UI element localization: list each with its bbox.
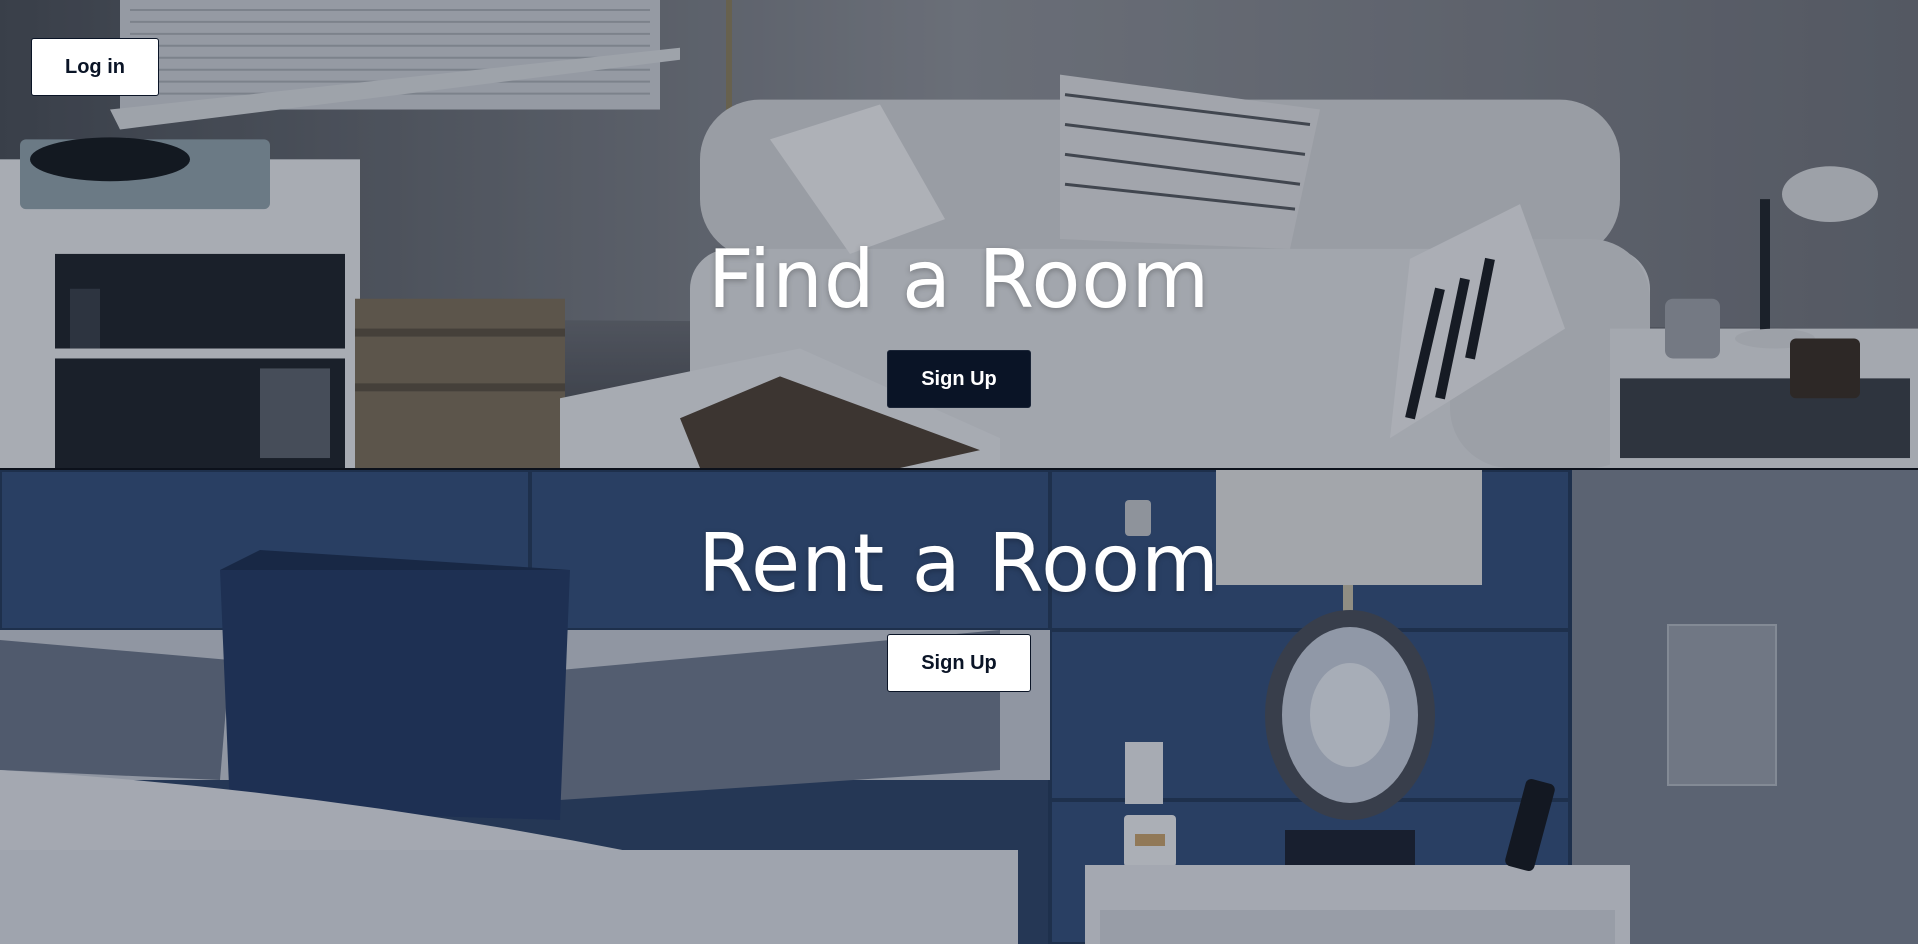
find-room-signup-button[interactable]: Sign Up — [887, 350, 1031, 408]
rent-room-section: Rent a Room Sign Up — [0, 470, 1918, 944]
rent-room-content: Rent a Room Sign Up — [0, 516, 1918, 692]
rent-room-signup-button[interactable]: Sign Up — [887, 634, 1031, 692]
rent-room-title: Rent a Room — [698, 517, 1220, 610]
find-room-title: Find a Room — [707, 233, 1211, 326]
login-button[interactable]: Log in — [31, 38, 159, 96]
landing-page: Log in Find a Room Sign Up Rent a Room S… — [0, 0, 1918, 944]
find-room-section: Find a Room Sign Up — [0, 0, 1918, 470]
find-room-content: Find a Room Sign Up — [0, 232, 1918, 408]
